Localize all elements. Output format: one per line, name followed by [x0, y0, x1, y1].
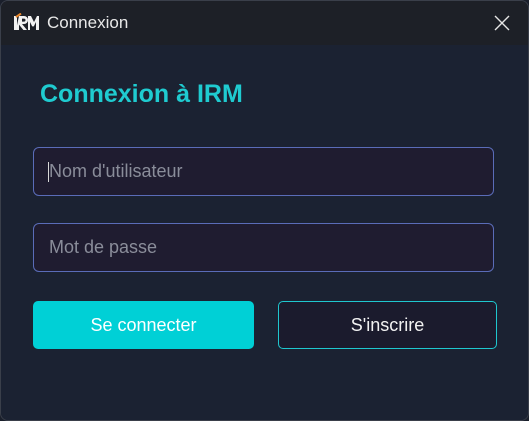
login-form: Connexion à IRM Se connecter S'inscrire: [1, 45, 528, 420]
register-button-label: S'inscrire: [350, 314, 425, 335]
username-field[interactable]: [33, 147, 494, 196]
close-icon: [494, 15, 510, 31]
irm-logo-icon: [14, 13, 39, 30]
page-title: Connexion à IRM: [40, 80, 243, 108]
login-button[interactable]: Se connecter: [33, 301, 254, 349]
text-caret: [48, 162, 49, 182]
password-field[interactable]: [33, 223, 494, 272]
register-button[interactable]: S'inscrire: [278, 301, 497, 349]
close-button[interactable]: [476, 1, 528, 45]
window-title: Connexion: [47, 13, 129, 32]
title-bar: Connexion: [1, 1, 528, 45]
login-window: Connexion Connexion à IRM Se connecter S…: [0, 0, 529, 421]
login-button-label: Se connecter: [90, 314, 197, 335]
